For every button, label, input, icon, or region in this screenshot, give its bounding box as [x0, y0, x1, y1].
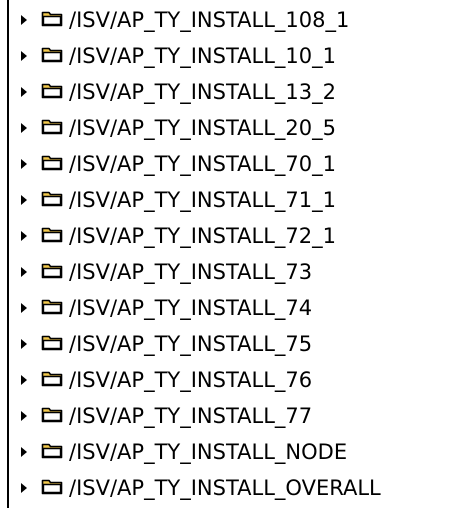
folder-icon	[41, 261, 63, 279]
folder-icon	[41, 153, 63, 171]
tree-node-label: /ISV/AP_TY_INSTALL_71_1	[69, 188, 337, 212]
folder-icon	[41, 117, 63, 135]
triangle-right-icon[interactable]	[19, 15, 29, 25]
tree-node-label: /ISV/AP_TY_INSTALL_108_1	[69, 8, 350, 32]
tree-node-label: /ISV/AP_TY_INSTALL_10_1	[69, 44, 337, 68]
folder-tree-panel: /ISV/AP_TY_INSTALL_108_1 /ISV/AP_TY_INST…	[7, 0, 466, 508]
folder-icon	[41, 45, 63, 63]
triangle-right-icon[interactable]	[19, 123, 29, 133]
folder-icon	[41, 225, 63, 243]
folder-icon	[41, 441, 63, 459]
tree-node-label: /ISV/AP_TY_INSTALL_NODE	[69, 440, 348, 464]
folder-icon	[41, 297, 63, 315]
tree-node-label: /ISV/AP_TY_INSTALL_70_1	[69, 152, 337, 176]
triangle-right-icon[interactable]	[19, 339, 29, 349]
triangle-right-icon[interactable]	[19, 303, 29, 313]
triangle-right-icon[interactable]	[19, 411, 29, 421]
triangle-right-icon[interactable]	[19, 447, 29, 457]
folder-icon	[41, 9, 63, 27]
folder-icon	[41, 333, 63, 351]
folder-icon	[41, 189, 63, 207]
tree-node-label: /ISV/AP_TY_INSTALL_13_2	[69, 80, 337, 104]
triangle-right-icon[interactable]	[19, 159, 29, 169]
tree-node-label: /ISV/AP_TY_INSTALL_OVERALL	[69, 476, 381, 500]
tree-node-label: /ISV/AP_TY_INSTALL_74	[69, 296, 313, 320]
triangle-right-icon[interactable]	[19, 231, 29, 241]
tree-node-label: /ISV/AP_TY_INSTALL_72_1	[69, 224, 337, 248]
folder-icon	[41, 477, 63, 495]
folder-icon	[41, 81, 63, 99]
triangle-right-icon[interactable]	[19, 87, 29, 97]
folder-icon	[41, 369, 63, 387]
tree-node-label: /ISV/AP_TY_INSTALL_75	[69, 332, 313, 356]
triangle-right-icon[interactable]	[19, 483, 29, 493]
triangle-right-icon[interactable]	[19, 195, 29, 205]
folder-icon	[41, 405, 63, 423]
triangle-right-icon[interactable]	[19, 267, 29, 277]
tree-node-label: /ISV/AP_TY_INSTALL_73	[69, 260, 313, 284]
tree-node-label: /ISV/AP_TY_INSTALL_76	[69, 368, 313, 392]
tree-node-label: /ISV/AP_TY_INSTALL_20_5	[69, 116, 337, 140]
triangle-right-icon[interactable]	[19, 375, 29, 385]
tree-node-label: /ISV/AP_TY_INSTALL_77	[69, 404, 313, 428]
triangle-right-icon[interactable]	[19, 51, 29, 61]
